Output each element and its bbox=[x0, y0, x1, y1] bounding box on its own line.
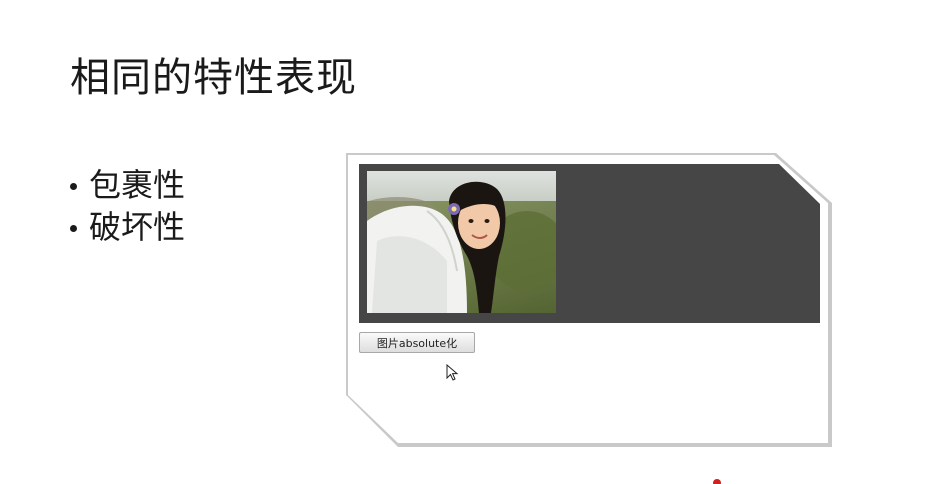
bullet-text: 包裹性 bbox=[89, 166, 186, 204]
bullet-text: 破坏性 bbox=[89, 208, 186, 246]
dark-container bbox=[359, 164, 820, 323]
bullet-dot-icon bbox=[70, 182, 77, 190]
bullet-item: 包裹性 bbox=[70, 164, 185, 206]
bullet-list: 包裹性 破坏性 bbox=[70, 164, 185, 248]
absolute-image-button[interactable]: 图片absolute化 bbox=[359, 332, 475, 353]
photo-illustration bbox=[367, 171, 556, 313]
red-marker bbox=[713, 479, 721, 484]
demo-photo bbox=[367, 171, 556, 313]
demo-card: 图片absolute化 bbox=[348, 155, 828, 443]
slide-title: 相同的特性表现 bbox=[70, 55, 357, 101]
bullet-item: 破坏性 bbox=[70, 206, 185, 248]
mouse-pointer-icon bbox=[446, 364, 459, 381]
slide: 相同的特性表现 包裹性 破坏性 图片absolute化 bbox=[0, 0, 938, 484]
bullet-dot-icon bbox=[70, 224, 77, 232]
